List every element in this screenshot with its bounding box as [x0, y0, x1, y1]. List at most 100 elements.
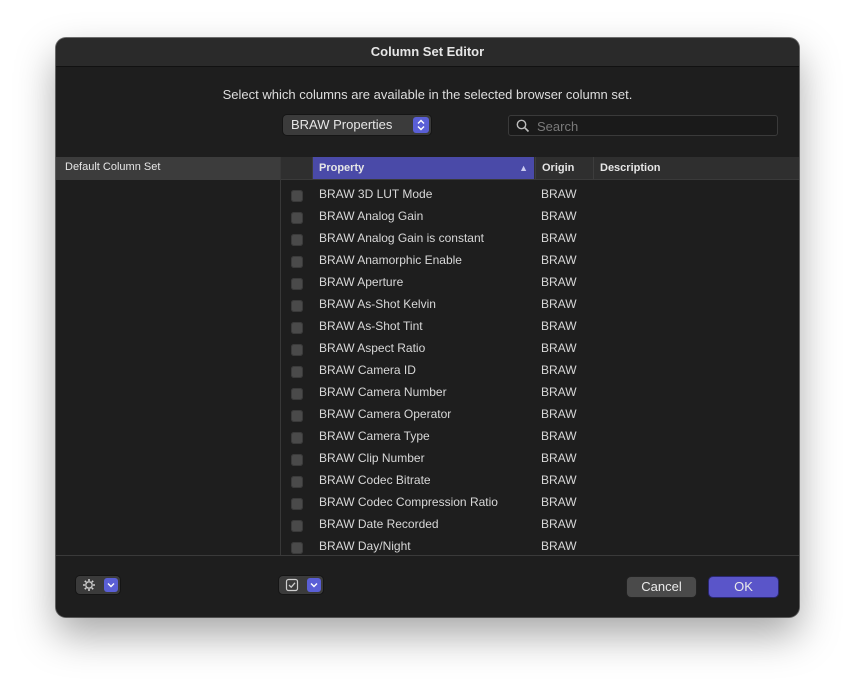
row-property: BRAW Codec Compression Ratio — [319, 495, 498, 509]
search-input[interactable] — [535, 117, 769, 136]
column-set-editor-window: Column Set Editor Select which columns a… — [56, 38, 799, 617]
row-property: BRAW Clip Number — [319, 451, 425, 465]
instruction-text: Select which columns are available in th… — [222, 87, 633, 102]
row-property: BRAW Camera Operator — [319, 407, 452, 421]
property-table: Property ▲ Origin Description BRAW 3D LU… — [281, 157, 799, 555]
gear-icon — [82, 578, 96, 597]
table-row[interactable]: BRAW Codec Compression Ratio BRAW — [281, 488, 799, 510]
row-checkbox[interactable] — [291, 300, 303, 312]
table-row[interactable]: BRAW As-Shot Kelvin BRAW — [281, 290, 799, 312]
column-header-description[interactable]: Description — [593, 157, 799, 179]
row-property: BRAW Codec Bitrate — [319, 473, 431, 487]
table-row[interactable]: BRAW Analog Gain BRAW — [281, 202, 799, 224]
cancel-button[interactable]: Cancel — [627, 577, 696, 597]
table-row[interactable]: BRAW Analog Gain is constant BRAW — [281, 224, 799, 246]
row-property: BRAW Camera Type — [319, 429, 430, 443]
row-origin: BRAW — [541, 187, 577, 201]
row-origin: BRAW — [541, 319, 577, 333]
selection-menu-button[interactable] — [279, 576, 323, 594]
column-header-description-label: Description — [600, 162, 661, 174]
column-header-origin[interactable]: Origin — [535, 157, 592, 179]
table-header: Property ▲ Origin Description — [281, 157, 799, 180]
row-origin: BRAW — [541, 495, 577, 509]
row-property: BRAW Camera ID — [319, 363, 416, 377]
search-field[interactable] — [508, 115, 778, 136]
row-checkbox[interactable] — [291, 476, 303, 488]
row-origin: BRAW — [541, 275, 577, 289]
table-row[interactable]: BRAW Clip Number BRAW — [281, 444, 799, 466]
row-property: BRAW Analog Gain is constant — [319, 231, 484, 245]
row-property: BRAW Camera Number — [319, 385, 447, 399]
popup-stepper-icon — [413, 117, 429, 133]
table-row[interactable]: BRAW As-Shot Tint BRAW — [281, 312, 799, 334]
row-checkbox[interactable] — [291, 410, 303, 422]
row-checkbox[interactable] — [291, 256, 303, 268]
column-header-origin-label: Origin — [542, 162, 575, 174]
row-checkbox[interactable] — [291, 278, 303, 290]
row-property: BRAW Date Recorded — [319, 517, 439, 531]
row-checkbox[interactable] — [291, 190, 303, 202]
row-checkbox[interactable] — [291, 432, 303, 444]
row-origin: BRAW — [541, 341, 577, 355]
column-set-item-default[interactable]: Default Column Set — [56, 157, 280, 180]
row-origin: BRAW — [541, 473, 577, 487]
column-header-checkbox[interactable] — [281, 157, 313, 179]
ok-button[interactable]: OK — [709, 577, 778, 597]
row-origin: BRAW — [541, 539, 577, 553]
row-checkbox[interactable] — [291, 366, 303, 378]
window-title: Column Set Editor — [56, 38, 799, 67]
table-row[interactable]: BRAW Aperture BRAW — [281, 268, 799, 290]
column-set-popup[interactable]: BRAW Properties — [283, 115, 431, 135]
table-body: BRAW 3D LUT Mode BRAW BRAW Analog Gain BRAW… — [281, 180, 799, 555]
row-property: BRAW Aspect Ratio — [319, 341, 426, 355]
table-row[interactable]: BRAW Anamorphic Enable BRAW — [281, 246, 799, 268]
row-checkbox[interactable] — [291, 388, 303, 400]
table-row[interactable]: BRAW 3D LUT Mode BRAW — [281, 180, 799, 202]
sort-ascending-icon: ▲ — [519, 163, 528, 173]
row-origin: BRAW — [541, 253, 577, 267]
chevron-down-icon — [307, 578, 321, 592]
column-header-property[interactable]: Property ▲ — [313, 157, 534, 179]
row-origin: BRAW — [541, 517, 577, 531]
table-row[interactable]: BRAW Date Recorded BRAW — [281, 510, 799, 532]
table-row[interactable]: BRAW Camera Type BRAW — [281, 422, 799, 444]
row-property: BRAW Analog Gain — [319, 209, 424, 223]
row-checkbox[interactable] — [291, 454, 303, 466]
row-origin: BRAW — [541, 363, 577, 377]
column-set-list: Default Column Set — [56, 157, 281, 555]
table-row[interactable]: BRAW Codec Bitrate BRAW — [281, 466, 799, 488]
gear-menu-button[interactable] — [76, 576, 120, 594]
row-property: BRAW 3D LUT Mode — [319, 187, 433, 201]
row-origin: BRAW — [541, 407, 577, 421]
row-checkbox[interactable] — [291, 322, 303, 334]
chevron-down-icon — [104, 578, 118, 592]
row-property: BRAW As-Shot Kelvin — [319, 297, 436, 311]
row-checkbox[interactable] — [291, 498, 303, 510]
search-icon — [516, 119, 530, 138]
table-row[interactable]: BRAW Camera Operator BRAW — [281, 400, 799, 422]
footer-bar: Cancel OK — [56, 555, 799, 617]
row-checkbox[interactable] — [291, 542, 303, 554]
row-checkbox[interactable] — [291, 234, 303, 246]
table-row[interactable]: BRAW Camera ID BRAW — [281, 356, 799, 378]
table-row[interactable]: BRAW Camera Number BRAW — [281, 378, 799, 400]
row-origin: BRAW — [541, 385, 577, 399]
table-row[interactable]: BRAW Aspect Ratio BRAW — [281, 334, 799, 356]
row-checkbox[interactable] — [291, 520, 303, 532]
row-origin: BRAW — [541, 231, 577, 245]
table-row[interactable]: BRAW Day/Night BRAW — [281, 532, 799, 554]
column-set-popup-value: BRAW Properties — [291, 117, 393, 132]
row-origin: BRAW — [541, 451, 577, 465]
checkbox-icon — [285, 578, 299, 597]
row-checkbox[interactable] — [291, 344, 303, 356]
row-property: BRAW Aperture — [319, 275, 404, 289]
row-checkbox[interactable] — [291, 212, 303, 224]
row-origin: BRAW — [541, 209, 577, 223]
row-property: BRAW Day/Night — [319, 539, 411, 553]
column-header-property-label: Property — [319, 162, 365, 174]
row-origin: BRAW — [541, 429, 577, 443]
column-set-item-label: Default Column Set — [65, 161, 161, 173]
row-origin: BRAW — [541, 297, 577, 311]
row-property: BRAW Anamorphic Enable — [319, 253, 462, 267]
row-property: BRAW As-Shot Tint — [319, 319, 423, 333]
